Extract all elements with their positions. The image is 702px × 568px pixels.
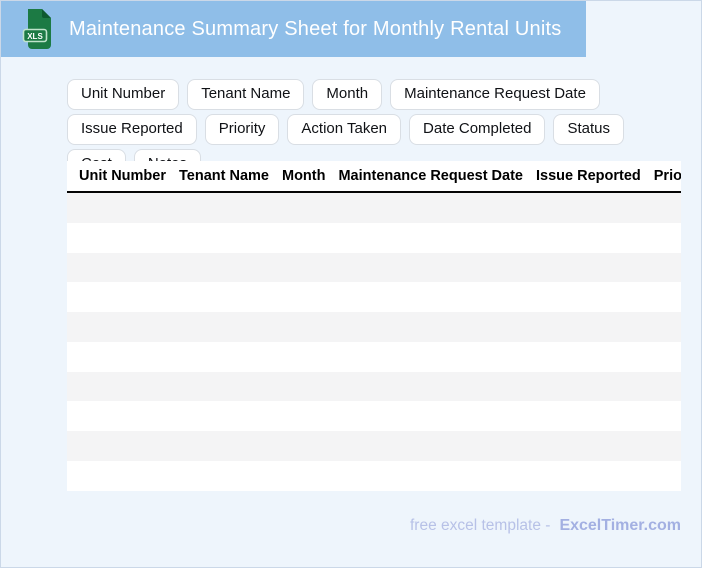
chip-priority[interactable]: Priority [204,114,280,145]
chip-tenant-name[interactable]: Tenant Name [187,79,305,110]
table-row [67,282,681,312]
table-row [67,401,681,431]
footer-tagline: free excel template - [410,517,551,534]
page-title: Maintenance Summary Sheet for Monthly Re… [69,17,562,40]
table-row [67,252,681,283]
column-header-unit-number: Unit Number [79,168,166,184]
table-header-row: Unit Number Tenant Name Month Maintenanc… [67,161,681,193]
table-row [67,312,681,342]
chip-unit-number[interactable]: Unit Number [67,79,180,110]
chip-month[interactable]: Month [312,79,383,110]
title-bar: XLS Maintenance Summary Sheet for Monthl… [1,1,586,57]
table-body [67,193,681,491]
chip-action-taken[interactable]: Action Taken [287,114,402,145]
footer-brand-link[interactable]: ExcelTimer.com [559,517,681,535]
spreadsheet-preview-table: Unit Number Tenant Name Month Maintenanc… [67,161,681,491]
table-row [67,341,681,372]
table-row [67,193,681,223]
chip-maintenance-request-date[interactable]: Maintenance Request Date [390,79,600,110]
table-row [67,460,681,491]
column-header-month: Month [281,168,326,184]
template-preview-page: XLS Maintenance Summary Sheet for Monthl… [0,0,702,568]
column-header-maintenance-request-date: Maintenance Request Date [338,168,523,184]
chip-issue-reported[interactable]: Issue Reported [67,114,197,145]
column-header-tenant-name: Tenant Name [179,168,269,184]
column-header-priority: Priority [653,168,681,184]
table-row [67,371,681,402]
chip-date-completed[interactable]: Date Completed [409,114,546,145]
chip-status[interactable]: Status [553,114,624,145]
table-row [67,222,681,253]
xls-file-icon: XLS [22,9,51,49]
column-header-issue-reported: Issue Reported [536,168,641,184]
footer-credit: free excel template - ExcelTimer.com [410,517,681,535]
table-row [67,431,681,461]
svg-text:XLS: XLS [27,32,43,41]
